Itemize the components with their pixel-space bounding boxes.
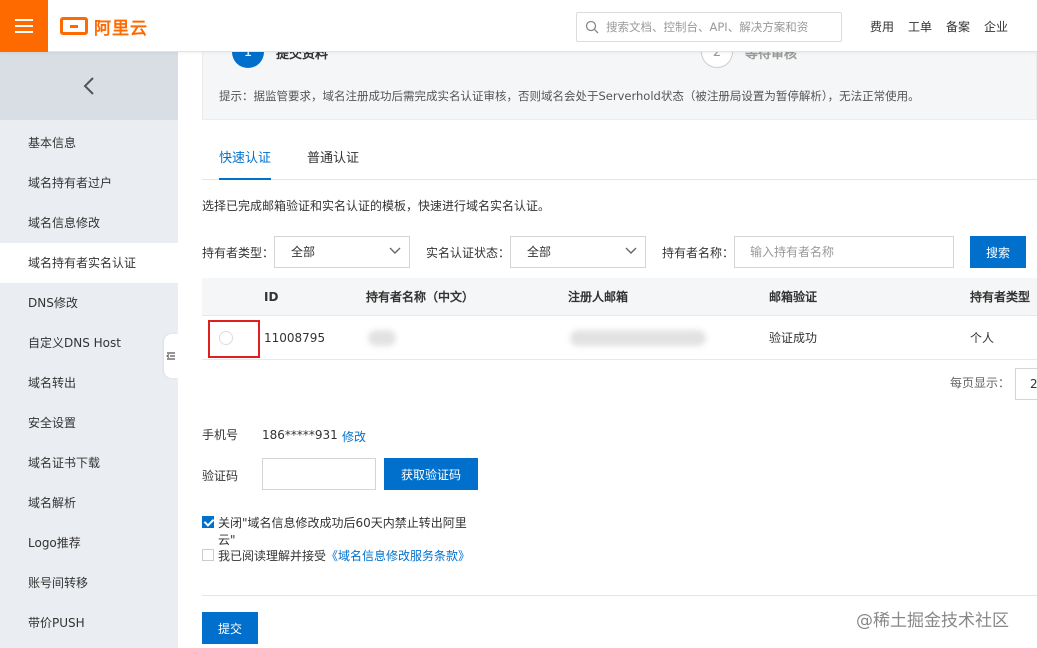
top-nav: 费用 工单 备案 企业 [870,0,1008,52]
sidebar-item-transfer-out[interactable]: 域名转出 [0,363,178,403]
col-holder-type: 持有者类型 [970,290,1031,304]
agree-terms-prefix: 我已阅读理解并接受 [218,549,327,563]
chevron-down-icon [625,247,637,254]
collapse-icon [166,352,175,360]
row-id: 11008795 [264,330,326,345]
page-size-value: 2 [1030,377,1037,391]
tab-normal-auth[interactable]: 普通认证 [307,144,359,180]
holder-table: ID 持有者名称（中文） 注册人邮箱 邮箱验证 持有者类型 11008795 验… [202,278,1037,360]
checkbox-agree-terms[interactable] [202,549,214,561]
sidebar-item-basic-info[interactable]: 基本信息 [0,123,178,163]
holder-type-select[interactable]: 全部 [274,236,410,268]
sidebar-item-custom-dns-host[interactable]: 自定义DNS Host [0,323,178,363]
row-holder-name-redacted [368,316,396,359]
sidebar-item-certificate[interactable]: 域名证书下载 [0,443,178,483]
sidebar-item-account-transfer[interactable]: 账号间转移 [0,563,178,603]
col-holder-name: 持有者名称（中文） [366,290,475,304]
agree-terms-text: 我已阅读理解并接受《域名信息修改服务条款》 [218,547,470,564]
step-2: 2 等待审核 [701,52,797,68]
phone-label: 手机号 [202,428,239,442]
sidebar-menu: 基本信息 域名持有者过户 域名信息修改 域名持有者实名认证 DNS修改 自定义D… [0,120,178,643]
nav-tickets[interactable]: 工单 [908,18,932,35]
sidebar-item-logo[interactable]: Logo推荐 [0,523,178,563]
description-text: 选择已完成邮箱验证和实名认证的模板，快速进行域名实名认证。 [202,199,551,213]
row-email-verify: 验证成功 [769,331,818,345]
block-transfer-text-2: 云" [218,533,236,547]
sidebar-item-holder-transfer[interactable]: 域名持有者过户 [0,163,178,203]
notice-text: 提示：据监管要求，域名注册成功后需完成实名认证审核，否则域名会处于Serverh… [219,89,920,103]
chevron-left-icon [83,77,94,95]
verify-status-value: 全部 [527,245,552,259]
holder-type-label: 持有者类型： [202,246,275,260]
row-email-redacted [570,316,706,359]
tab-quick-auth[interactable]: 快速认证 [219,144,272,180]
logo-text: 阿里云 [94,18,148,39]
modify-phone-link[interactable]: 修改 [342,428,366,445]
sidebar-item-realname-auth[interactable]: 域名持有者实名认证 [0,243,178,283]
search-button[interactable]: 搜索 [970,236,1026,268]
nav-fees[interactable]: 费用 [870,18,894,35]
back-button[interactable] [0,52,178,120]
auth-tabs: 快速认证 普通认证 [202,144,1037,180]
sidebar-item-dns-resolve[interactable]: 域名解析 [0,483,178,523]
page-size-label: 每页显示： [950,376,1011,390]
block-transfer-text-1: 关闭"域名信息修改成功后60天内禁止转出阿里 [218,516,467,530]
table-header: ID 持有者名称（中文） 注册人邮箱 邮箱验证 持有者类型 [202,278,1037,316]
menu-icon[interactable] [0,0,48,52]
watermark: @稀土掘金技术社区 [856,611,1009,631]
aliyun-logo-icon [60,17,88,35]
search-input[interactable] [606,20,836,34]
nav-icp[interactable]: 备案 [946,18,970,35]
main-content: 1 提交资料 2 等待审核 提示：据监管要求，域名注册成功后需完成实名认证审核，… [178,52,1037,648]
search-icon [585,20,599,34]
checkbox-block-transfer[interactable] [202,516,214,528]
get-code-button[interactable]: 获取验证码 [384,458,478,490]
radio-button[interactable] [219,330,233,345]
sidebar-collapse-toggle[interactable] [164,334,178,378]
sidebar-item-info-modify[interactable]: 域名信息修改 [0,203,178,243]
top-bar: 阿里云 费用 工单 备案 企业 [0,0,1037,52]
row-holder-type: 个人 [970,331,995,345]
highlight-box [208,320,260,358]
holder-type-value: 全部 [291,245,316,259]
step-2-label: 等待审核 [745,52,798,62]
divider [202,595,1037,596]
step-1-number: 1 [232,52,264,68]
col-id: ID [264,289,279,304]
sidebar: 基本信息 域名持有者过户 域名信息修改 域名持有者实名认证 DNS修改 自定义D… [0,52,178,648]
holder-name-input[interactable] [734,236,954,268]
logo[interactable]: 阿里云 [60,14,148,39]
sidebar-item-security[interactable]: 安全设置 [0,403,178,443]
holder-name-label: 持有者名称： [662,246,735,260]
terms-link[interactable]: 《域名信息修改服务条款》 [326,549,470,563]
verify-status-label: 实名认证状态： [426,246,511,260]
verify-code-label: 验证码 [202,469,239,483]
table-row[interactable]: 11008795 验证成功 个人 [202,316,1037,360]
search-box[interactable] [576,12,842,42]
step-1: 1 提交资料 [232,52,328,68]
verify-status-select[interactable]: 全部 [510,236,646,268]
step-2-number: 2 [701,52,733,68]
phone-value: 186*****931 [262,428,338,442]
sidebar-item-price-push[interactable]: 带价PUSH [0,603,178,643]
row-radio[interactable] [219,316,233,359]
chevron-down-icon [389,247,401,254]
page-size-select[interactable]: 2 [1015,368,1037,400]
verify-code-input[interactable] [262,458,376,490]
col-email: 注册人邮箱 [568,290,629,304]
col-email-verify: 邮箱验证 [769,290,818,304]
submit-button[interactable]: 提交 [202,612,258,644]
sidebar-item-dns-modify[interactable]: DNS修改 [0,283,178,323]
steps-panel: 1 提交资料 2 等待审核 提示：据监管要求，域名注册成功后需完成实名认证审核，… [202,52,1037,120]
nav-enterprise[interactable]: 企业 [984,18,1008,35]
step-1-label: 提交资料 [276,52,329,62]
